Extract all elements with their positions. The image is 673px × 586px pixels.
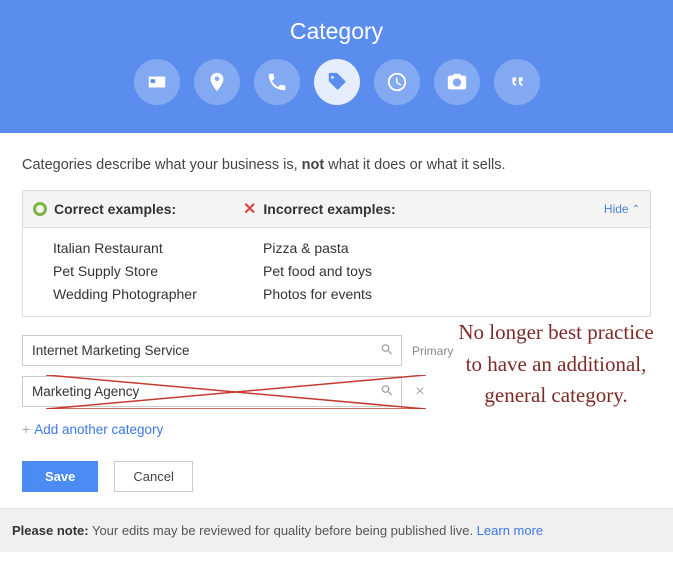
desc-pre: Categories describe what your business i… [22, 157, 302, 173]
section-nav [0, 59, 673, 105]
correct-heading-text: Correct examples: [54, 201, 176, 217]
list-item: Italian Restaurant [53, 240, 243, 256]
chevron-up-icon: ⌃ [632, 204, 640, 215]
add-category-link[interactable]: + Add another category [22, 421, 163, 437]
footer-text: Your edits may be reviewed for quality b… [89, 523, 477, 538]
incorrect-heading-text: Incorrect examples: [263, 201, 395, 217]
primary-category-input[interactable] [22, 335, 402, 366]
list-item: Pet food and toys [263, 263, 640, 279]
incorrect-heading: ✕ Incorrect examples: [243, 199, 604, 219]
search-icon[interactable] [380, 342, 394, 359]
x-icon: ✕ [243, 199, 256, 219]
nav-id-card-icon[interactable] [134, 59, 180, 105]
remove-category-button[interactable]: × [412, 383, 428, 401]
save-button[interactable]: Save [22, 461, 98, 492]
incorrect-list: Pizza & pasta Pet food and toys Photos f… [243, 240, 640, 302]
list-item: Photos for events [263, 286, 640, 302]
button-row: Save Cancel [22, 461, 651, 492]
plus-icon: + [22, 421, 30, 437]
desc-post: what it does or what it sells. [324, 157, 505, 173]
nav-clock-icon[interactable] [374, 59, 420, 105]
nav-location-icon[interactable] [194, 59, 240, 105]
footer-label: Please note: [12, 523, 89, 538]
header: Category [0, 0, 673, 133]
hide-toggle[interactable]: Hide ⌃ [604, 202, 640, 216]
ok-icon [33, 202, 47, 216]
content: Categories describe what your business i… [0, 133, 673, 508]
nav-camera-icon[interactable] [434, 59, 480, 105]
list-item: Pet Supply Store [53, 263, 243, 279]
learn-more-link[interactable]: Learn more [477, 523, 543, 538]
list-item: Wedding Photographer [53, 286, 243, 302]
search-icon[interactable] [380, 383, 394, 400]
footer-note: Please note: Your edits may be reviewed … [0, 508, 673, 552]
nav-tag-icon[interactable] [314, 59, 360, 105]
correct-heading: Correct examples: [33, 201, 243, 217]
examples-header: Correct examples: ✕ Incorrect examples: … [23, 191, 650, 228]
list-item: Pizza & pasta [263, 240, 640, 256]
cancel-button[interactable]: Cancel [114, 461, 192, 492]
page-title: Category [0, 18, 673, 45]
primary-label: Primary [412, 344, 453, 358]
description-text: Categories describe what your business i… [22, 155, 651, 176]
nav-quote-icon[interactable] [494, 59, 540, 105]
category-inputs: Primary × No longer best practice to hav… [22, 335, 651, 492]
secondary-category-input[interactable] [22, 376, 402, 407]
add-category-label: Add another category [34, 422, 163, 437]
correct-list: Italian Restaurant Pet Supply Store Wedd… [33, 240, 243, 302]
desc-bold: not [302, 157, 325, 173]
annotation-text: No longer best practice to have an addit… [451, 317, 661, 412]
examples-body: Italian Restaurant Pet Supply Store Wedd… [23, 228, 650, 316]
examples-box: Correct examples: ✕ Incorrect examples: … [22, 190, 651, 317]
hide-label: Hide [604, 202, 629, 216]
nav-phone-icon[interactable] [254, 59, 300, 105]
